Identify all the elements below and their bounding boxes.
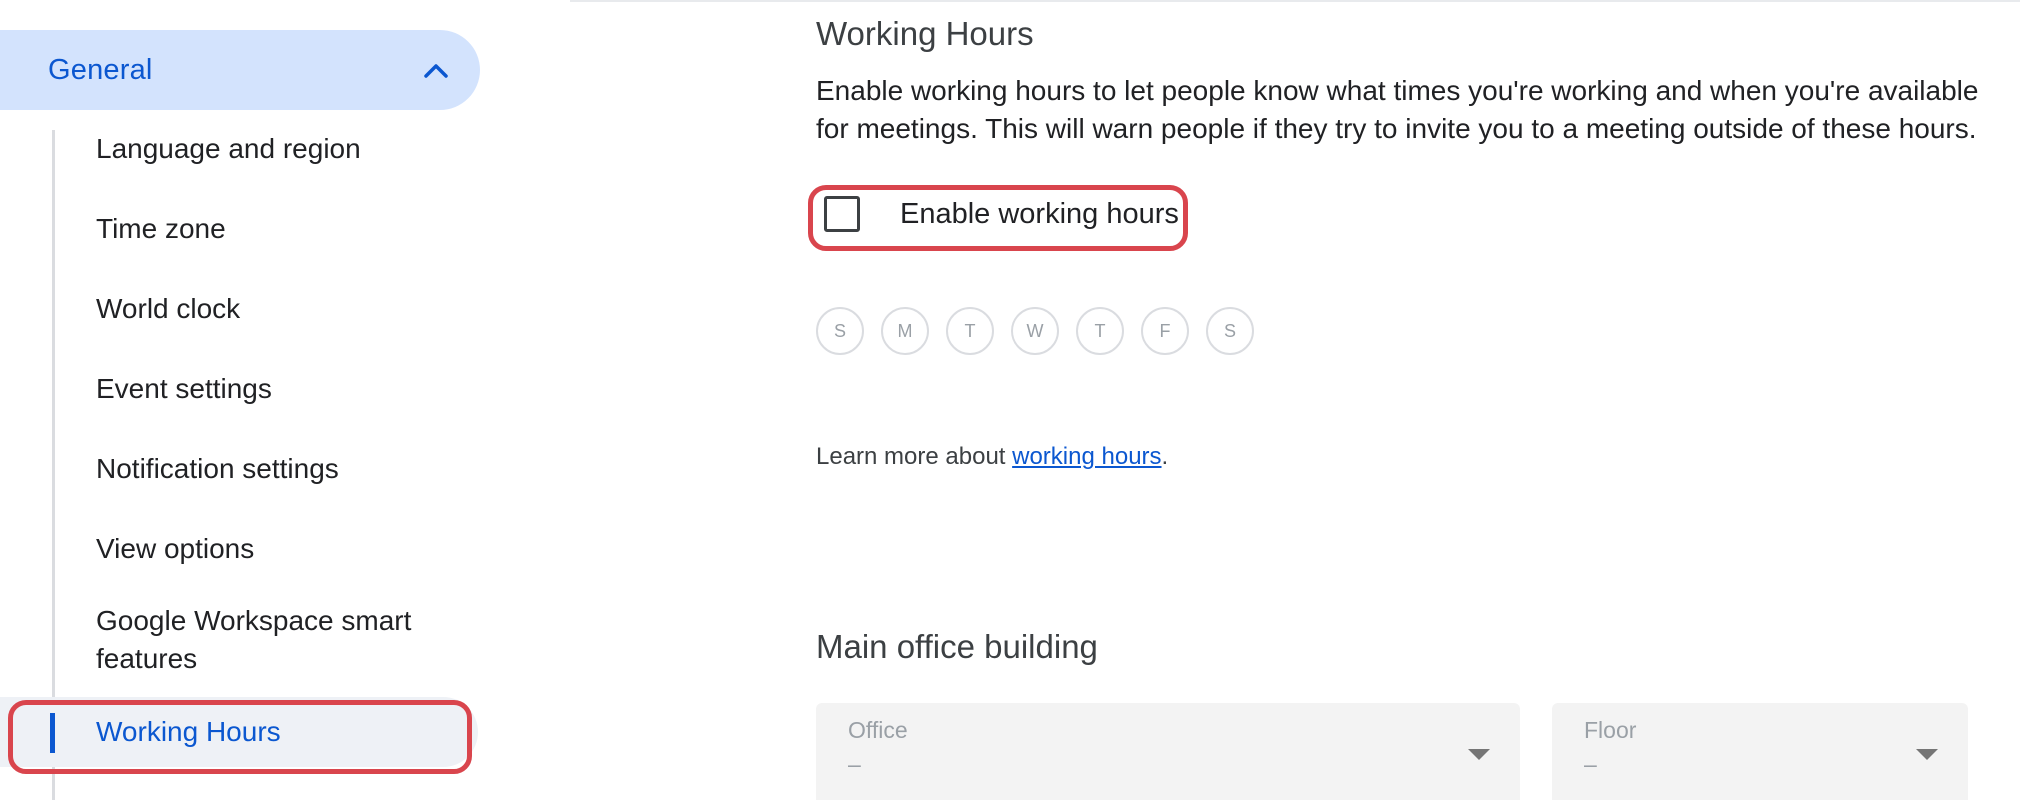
sidebar-item-view-options[interactable]: View options <box>96 530 466 568</box>
sidebar-item-label: Event settings <box>96 373 272 404</box>
working-hours-link[interactable]: working hours <box>1012 443 1161 470</box>
working-hours-title: Working Hours <box>816 15 1034 52</box>
sidebar-group-general[interactable]: General <box>0 30 480 110</box>
office-select-value: – <box>848 751 861 777</box>
sidebar-item-label: View options <box>96 533 255 564</box>
dropdown-arrow-icon <box>1468 749 1490 760</box>
sidebar-item-label: World clock <box>96 293 241 324</box>
working-hours-description: Enable working hours to let people know … <box>816 75 1979 144</box>
enable-working-hours-label: Enable working hours <box>900 197 1179 230</box>
sidebar-item-label: Working Hours <box>96 716 281 747</box>
day-toggle-tuesday: T <box>946 307 994 355</box>
active-item-indicator <box>50 713 55 753</box>
sidebar-item-label: Time zone <box>96 213 226 244</box>
day-toggle-friday: F <box>1141 307 1189 355</box>
office-select-label: Office <box>848 717 908 743</box>
learn-more-prefix: Learn more about <box>816 443 1013 470</box>
day-toggle-wednesday: W <box>1011 307 1059 355</box>
sidebar-item-time-zone[interactable]: Time zone <box>96 210 466 248</box>
main-office-title: Main office building <box>816 628 1098 665</box>
sidebar-item-notification-settings[interactable]: Notification settings <box>96 450 466 488</box>
enable-working-hours-option[interactable]: Enable working hours <box>824 196 1179 232</box>
floor-select[interactable]: Floor – <box>1552 703 1968 800</box>
sidebar-item-working-hours[interactable]: Working Hours <box>96 713 466 751</box>
chevron-up-icon[interactable] <box>412 46 460 94</box>
sidebar-item-label: Google Workspace smart features <box>96 605 412 674</box>
sidebar-item-language-and-region[interactable]: Language and region <box>96 130 466 168</box>
floor-select-label: Floor <box>1584 717 1637 743</box>
dropdown-arrow-icon <box>1916 749 1938 760</box>
sidebar-item-label: Language and region <box>96 133 361 164</box>
learn-more-text: Learn more about working hours. <box>816 443 1168 471</box>
sidebar-item-world-clock[interactable]: World clock <box>96 290 466 328</box>
sidebar-item-label: Notification settings <box>96 453 339 484</box>
sidebar-item-event-settings[interactable]: Event settings <box>96 370 466 408</box>
enable-working-hours-checkbox[interactable] <box>824 196 860 232</box>
day-toggle-saturday: S <box>1206 307 1254 355</box>
learn-more-suffix: . <box>1161 443 1169 470</box>
sidebar-group-label: General <box>48 53 153 86</box>
top-divider <box>570 0 2020 2</box>
floor-select-value: – <box>1584 751 1597 777</box>
sidebar-item-workspace-smart-features[interactable]: Google Workspace smart features <box>96 602 456 678</box>
weekday-selector: S M T W T F S <box>816 307 1254 355</box>
day-toggle-thursday: T <box>1076 307 1124 355</box>
day-toggle-sunday: S <box>816 307 864 355</box>
settings-sidebar: General Language and region Time zone Wo… <box>0 0 480 800</box>
day-toggle-monday: M <box>881 307 929 355</box>
office-select[interactable]: Office – <box>816 703 1520 800</box>
